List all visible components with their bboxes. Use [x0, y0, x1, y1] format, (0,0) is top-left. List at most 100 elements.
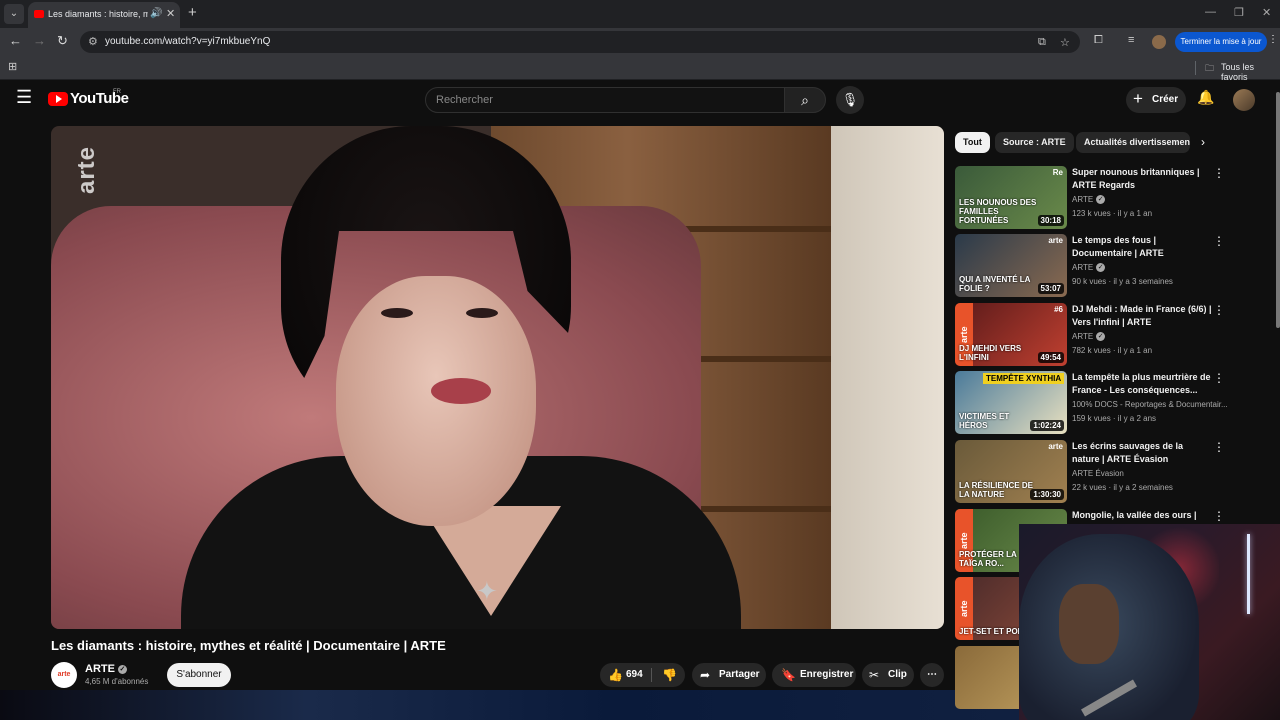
- more-actions-button[interactable]: ⋯: [920, 663, 944, 687]
- thumbnail-caption: LES NOUNOUS DES FAMILLES FORTUNÉES: [959, 198, 1037, 225]
- all-bookmarks-link[interactable]: Tous les favoris: [1221, 62, 1280, 82]
- recommendation-channel[interactable]: ARTE ✓: [1072, 263, 1106, 273]
- menu-icon[interactable]: ☰: [16, 87, 32, 108]
- recommendation-thumbnail[interactable]: TEMPÊTE XYNTHIA VICTIMES ET HÉROS 1:02:24: [955, 371, 1067, 434]
- more-options-icon[interactable]: ⋮: [1213, 166, 1225, 180]
- recommendation-item[interactable]: Re LES NOUNOUS DES FAMILLES FORTUNÉES 30:1…: [955, 166, 1265, 232]
- bookmarks-divider: [1195, 61, 1196, 75]
- recommendation-item[interactable]: arte #6 DJ MEHDI VERS L'INFINI 49:54 DJ Mehd…: [955, 303, 1265, 369]
- avatar[interactable]: [1233, 89, 1255, 111]
- like-divider: [651, 668, 652, 682]
- person-eye: [466, 308, 498, 318]
- verified-icon: ✓: [1096, 332, 1106, 342]
- more-options-icon[interactable]: ⋮: [1213, 371, 1225, 385]
- video-duration: 1:02:24: [1030, 420, 1064, 431]
- maximize-icon[interactable]: ❐: [1234, 6, 1244, 19]
- site-info-icon[interactable]: ⚙: [88, 35, 98, 48]
- recommendation-thumbnail[interactable]: arte LA RÉSILIENCE DE LA NATURE 1:30:30: [955, 440, 1067, 503]
- more-options-icon[interactable]: ⋮: [1213, 234, 1225, 248]
- recommendation-channel[interactable]: ARTE ✓: [1072, 332, 1106, 342]
- bookmark-star-icon[interactable]: ☆: [1060, 36, 1070, 49]
- voice-search-button[interactable]: 🎙: [836, 86, 864, 114]
- youtube-logo-icon[interactable]: [48, 92, 68, 106]
- browser-menu-icon[interactable]: ⋮: [1268, 34, 1278, 45]
- recommendation-thumbnail[interactable]: arte QUI A INVENTÉ LA FOLIE ? 53:07: [955, 234, 1067, 297]
- window-close-icon[interactable]: ✕: [1262, 6, 1271, 19]
- address-bar[interactable]: ⚙ youtube.com/watch?v=yi7mkbueYnQ ⧉ ☆: [80, 31, 1080, 53]
- dislike-icon[interactable]: 👎: [662, 663, 677, 687]
- search-icon: ⌕: [801, 92, 809, 108]
- tab-search-icon[interactable]: ⌄: [4, 4, 24, 24]
- recommendation-thumbnail[interactable]: arte #6 DJ MEHDI VERS L'INFINI 49:54: [955, 303, 1067, 366]
- recommendation-item[interactable]: arte QUI A INVENTÉ LA FOLIE ? 53:07 Le temp…: [955, 234, 1265, 300]
- recommendation-title[interactable]: Le temps des fous | Documentaire | ARTE: [1072, 234, 1212, 260]
- speaker-icon[interactable]: 🔊: [150, 8, 162, 19]
- more-options-icon[interactable]: ⋮: [1213, 509, 1225, 523]
- page-scrollbar[interactable]: [1276, 92, 1280, 328]
- forward-icon[interactable]: →: [33, 33, 46, 48]
- save-button[interactable]: 🔖 Enregistrer: [772, 663, 856, 687]
- share-label: Partager: [719, 669, 760, 680]
- like-count[interactable]: 694: [626, 663, 643, 687]
- extensions-icon[interactable]: ⧠: [1094, 34, 1103, 47]
- share-button[interactable]: ➦ Partager: [692, 663, 766, 687]
- thumbnail-caption: LA RÉSILIENCE DE LA NATURE: [959, 481, 1033, 499]
- browser-profile-avatar[interactable]: [1152, 35, 1166, 49]
- clip-label: Clip: [888, 669, 907, 680]
- active-tab[interactable]: Les diamants : histoire, mythes et réali…: [28, 2, 180, 28]
- update-button[interactable]: Terminer la mise à jour: [1175, 32, 1267, 52]
- back-icon[interactable]: ←: [9, 33, 22, 48]
- new-tab-icon[interactable]: +: [188, 4, 197, 21]
- recommendation-thumbnail[interactable]: Re LES NOUNOUS DES FAMILLES FORTUNÉES 30:1…: [955, 166, 1067, 229]
- recommendation-title[interactable]: DJ Mehdi : Made in France (6/6) | Vers l…: [1072, 303, 1212, 329]
- url-text[interactable]: youtube.com/watch?v=yi7mkbueYnQ: [105, 36, 270, 47]
- clip-icon: ✂: [869, 668, 880, 682]
- more-options-icon[interactable]: ⋮: [1213, 440, 1225, 454]
- recommendation-item[interactable]: TEMPÊTE XYNTHIA VICTIMES ET HÉROS 1:02:24 L…: [955, 371, 1265, 437]
- more-options-icon[interactable]: ⋮: [1213, 303, 1225, 317]
- person-face: [336, 276, 536, 526]
- recommendation-channel[interactable]: 100% DOCS - Reportages & Documentair...: [1072, 400, 1228, 409]
- recommendation-item[interactable]: arte LA RÉSILIENCE DE LA NATURE 1:30:30 Les…: [955, 440, 1265, 506]
- subscribe-button[interactable]: S'abonner: [167, 663, 231, 687]
- recommendation-channel-name[interactable]: ARTE: [1072, 332, 1093, 341]
- tab-close-icon[interactable]: ✕: [166, 7, 175, 20]
- video-player[interactable]: ✦ arte: [51, 126, 944, 629]
- recommendation-title[interactable]: Les écrins sauvages de la nature | ARTE …: [1072, 440, 1212, 466]
- apps-grid-icon[interactable]: ⊞: [8, 60, 17, 73]
- reading-list-icon[interactable]: ≡: [1128, 34, 1134, 46]
- recommendation-channel[interactable]: ARTE ✓: [1072, 195, 1106, 205]
- create-button[interactable]: + Créer: [1126, 87, 1186, 113]
- channel-name-text[interactable]: ARTE: [85, 663, 115, 675]
- cast-icon[interactable]: ⧉: [1038, 36, 1046, 49]
- search-button[interactable]: ⌕: [784, 87, 826, 113]
- reload-icon[interactable]: ↻: [57, 33, 68, 49]
- recommendation-channel-name[interactable]: ARTE Évasion: [1072, 469, 1124, 478]
- chip-source-arte[interactable]: Source : ARTE: [995, 132, 1074, 153]
- like-icon[interactable]: 👍: [608, 663, 623, 687]
- recommendation-channel-name[interactable]: ARTE: [1072, 195, 1093, 204]
- chip-entertainment-news[interactable]: Actualités divertissement: [1076, 132, 1190, 153]
- recommendation-title[interactable]: Super nounous britanniques | ARTE Regard…: [1072, 166, 1212, 192]
- plus-icon: +: [1133, 89, 1143, 108]
- chip-all[interactable]: Tout: [955, 132, 990, 153]
- channel-name[interactable]: ARTE ✓: [85, 663, 127, 675]
- star-pendant-icon: ✦: [476, 576, 498, 606]
- video-duration: 49:54: [1037, 352, 1064, 363]
- recommendation-channel[interactable]: ARTE Évasion: [1072, 469, 1124, 478]
- youtube-favicon-icon: [34, 10, 44, 18]
- recommendation-meta: 782 k vues · il y a 1 an: [1072, 346, 1153, 355]
- recommendation-meta: 90 k vues · il y a 3 semaines: [1072, 277, 1173, 286]
- recommendation-channel-name[interactable]: 100% DOCS - Reportages & Documentair...: [1072, 400, 1228, 409]
- recommendation-channel-name[interactable]: ARTE: [1072, 263, 1093, 272]
- thumbnail-corner-label: #6: [1054, 305, 1063, 314]
- thumbnail-corner-label: arte: [1048, 236, 1063, 245]
- chevron-right-icon[interactable]: ›: [1201, 135, 1205, 149]
- minimize-icon[interactable]: —: [1205, 6, 1216, 18]
- bell-icon[interactable]: 🔔: [1197, 89, 1214, 106]
- clip-button[interactable]: ✂ Clip: [862, 663, 914, 687]
- recommendation-title[interactable]: La tempête la plus meurtrière de France …: [1072, 371, 1212, 397]
- thumbnail-caption: DJ MEHDI VERS L'INFINI: [959, 344, 1022, 362]
- channel-avatar[interactable]: arte: [51, 662, 77, 688]
- search-input[interactable]: [426, 88, 784, 112]
